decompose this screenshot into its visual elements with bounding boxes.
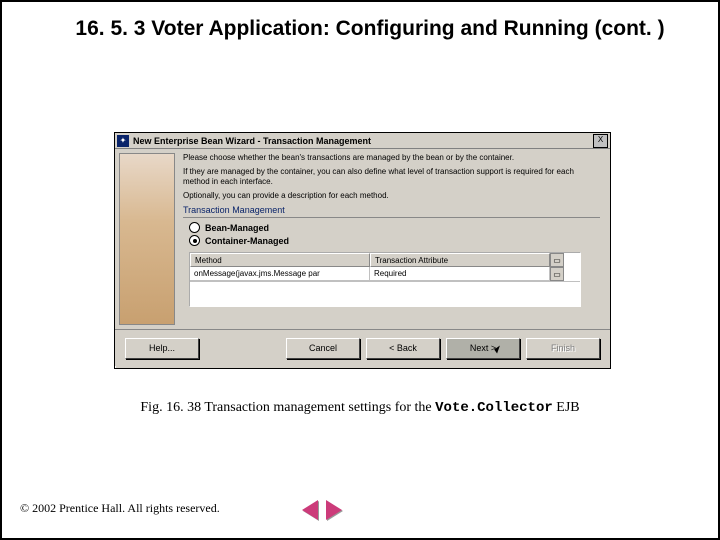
next-button[interactable]: Next > xyxy=(446,338,520,359)
titlebar: ✦ New Enterprise Bean Wizard - Transacti… xyxy=(115,133,610,149)
wizard-buttons: Help... Cancel < Back Next > Finish xyxy=(115,329,610,366)
cell-attribute[interactable]: Required xyxy=(370,267,550,281)
close-button[interactable]: X xyxy=(593,134,608,148)
instruction-line-1: Please choose whether the bean's transac… xyxy=(183,153,600,163)
instruction-line-2: If they are managed by the container, yo… xyxy=(183,167,600,187)
caption-code: Vote.Collector xyxy=(435,400,553,416)
methods-grid[interactable]: Method Transaction Attribute ▭ onMessage… xyxy=(189,252,581,307)
help-button[interactable]: Help... xyxy=(125,338,199,359)
slide-nav xyxy=(302,500,342,520)
back-button[interactable]: < Back xyxy=(366,338,440,359)
app-icon: ✦ xyxy=(117,135,129,147)
cancel-button[interactable]: Cancel xyxy=(286,338,360,359)
section-heading: 16. 5. 3 Voter Application: Configuring … xyxy=(62,16,678,42)
separator xyxy=(183,217,600,218)
header-method: Method xyxy=(190,253,370,267)
cell-method: onMessage(javax.jms.Message par xyxy=(190,267,370,281)
next-label: Next > xyxy=(470,343,496,353)
grid-header: Method Transaction Attribute ▭ xyxy=(190,253,580,267)
window-title: New Enterprise Bean Wizard - Transaction… xyxy=(133,136,593,146)
grid-row[interactable]: onMessage(javax.jms.Message par Required… xyxy=(190,267,580,281)
grid-empty-area xyxy=(190,281,580,306)
header-doc-icon[interactable]: ▭ xyxy=(550,253,564,267)
radio-icon-selected xyxy=(189,235,200,246)
slide: 16. 5. 3 Voter Application: Configuring … xyxy=(0,0,720,540)
group-label: Transaction Management xyxy=(183,205,600,215)
wizard-window: ✦ New Enterprise Bean Wizard - Transacti… xyxy=(114,132,611,369)
wizard-illustration xyxy=(119,153,175,325)
radio-label: Container-Managed xyxy=(205,236,289,246)
radio-icon xyxy=(189,222,200,233)
figure-caption: Fig. 16. 38 Transaction management setti… xyxy=(2,400,718,416)
next-slide-button[interactable] xyxy=(326,500,342,520)
prev-slide-button[interactable] xyxy=(302,500,318,520)
wizard-body: Please choose whether the bean's transac… xyxy=(115,149,610,329)
header-attribute: Transaction Attribute xyxy=(370,253,550,267)
finish-button: Finish xyxy=(526,338,600,359)
wizard-sidebar xyxy=(115,149,177,329)
radio-bean-managed[interactable]: Bean-Managed xyxy=(189,222,600,233)
copyright-footer: © 2002 Prentice Hall. All rights reserve… xyxy=(20,501,220,516)
cell-doc-icon[interactable]: ▭ xyxy=(550,267,564,281)
instruction-line-3: Optionally, you can provide a descriptio… xyxy=(183,191,600,201)
radio-label: Bean-Managed xyxy=(205,223,269,233)
wizard-content: Please choose whether the bean's transac… xyxy=(177,149,610,329)
caption-suffix: EJB xyxy=(553,400,580,415)
radio-container-managed[interactable]: Container-Managed xyxy=(189,235,600,246)
caption-prefix: Fig. 16. 38 Transaction management setti… xyxy=(140,400,435,415)
